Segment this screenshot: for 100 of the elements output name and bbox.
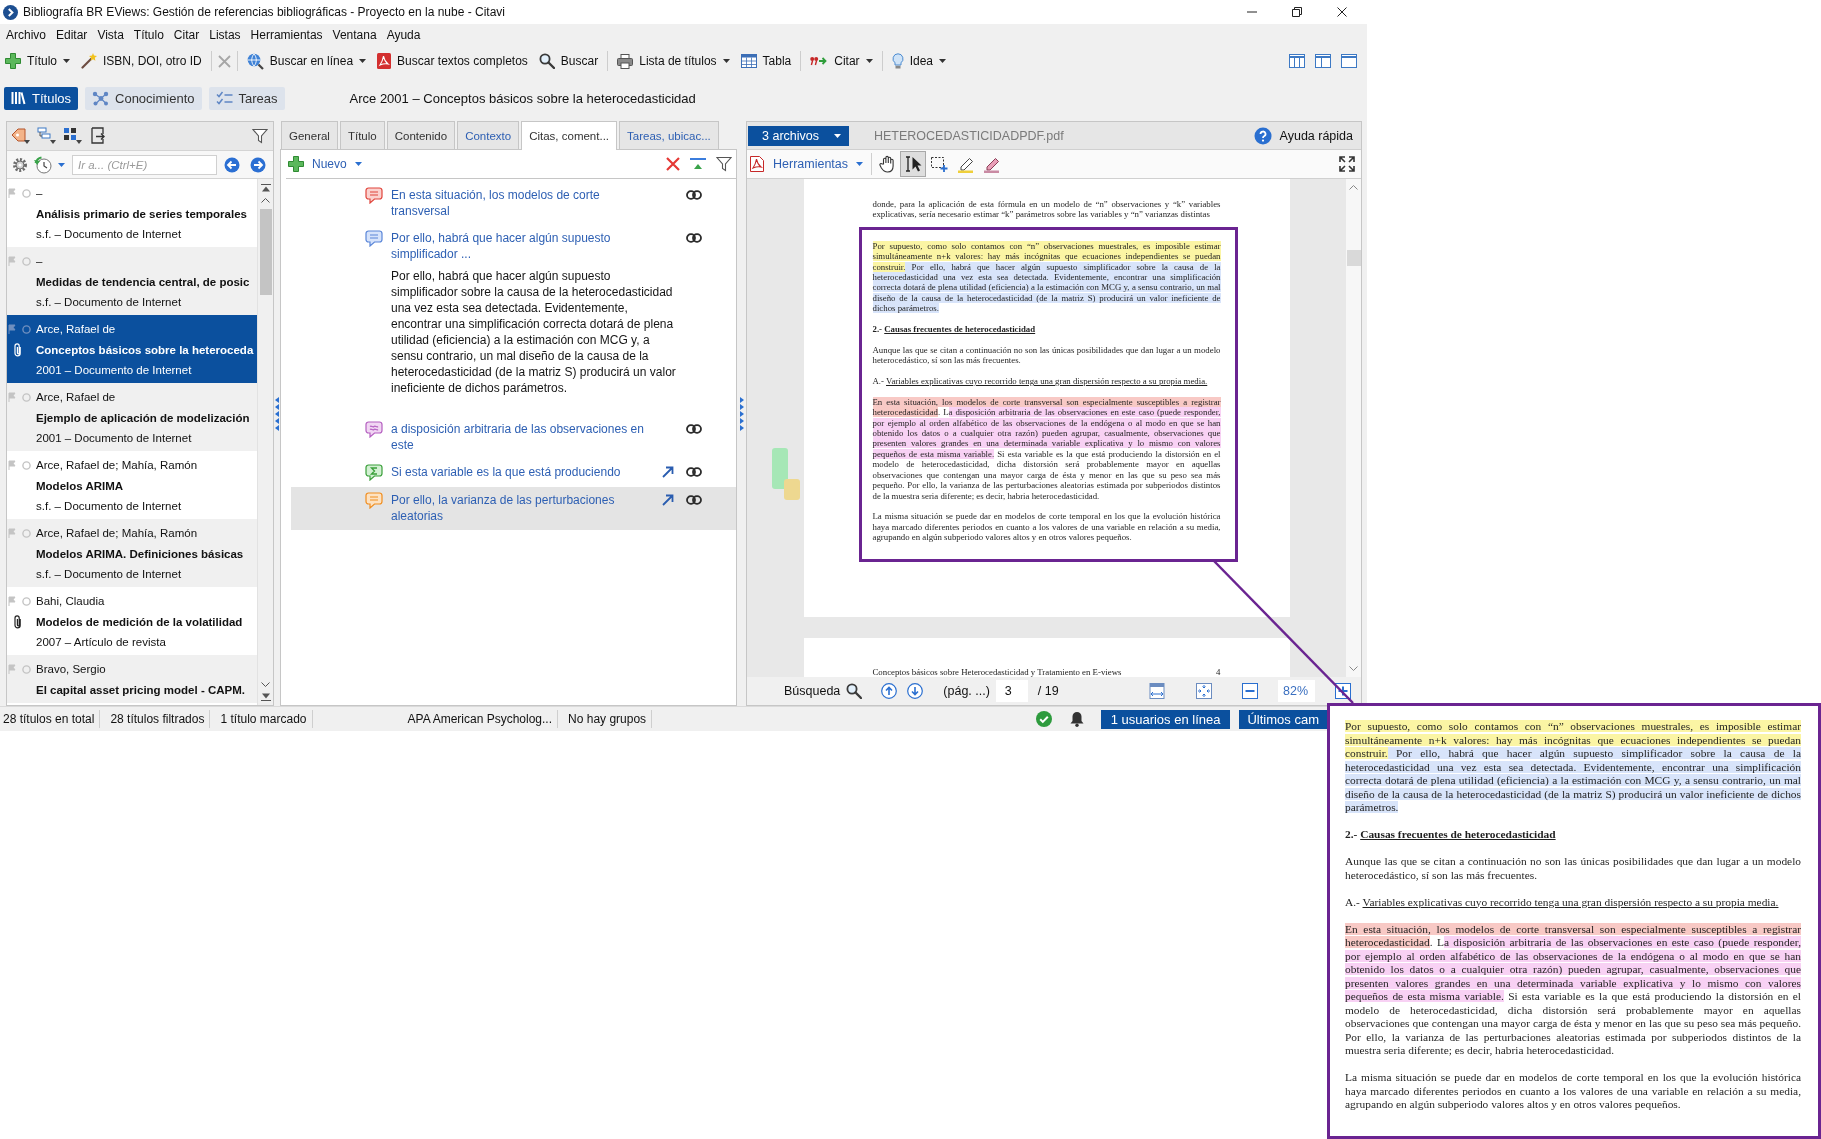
link-icon[interactable] (686, 424, 702, 434)
details-tab[interactable]: General (281, 121, 338, 149)
files-dropdown-button[interactable]: 3 archivos (748, 125, 849, 146)
menu-item[interactable]: Citar (168, 26, 205, 44)
scrollbar-thumb[interactable] (259, 209, 272, 295)
online-users-button[interactable]: 1 usuarios en línea (1100, 709, 1231, 729)
menu-item[interactable]: Ayuda (381, 26, 426, 44)
details-tab[interactable]: Contenido (386, 121, 456, 149)
annotation-marker[interactable] (784, 479, 800, 500)
details-tab[interactable]: Título (339, 121, 385, 149)
quote-item[interactable]: En esta situación, los modelos de corte transversal (291, 182, 736, 225)
caret-icon (834, 133, 841, 138)
scroll-down-icon[interactable] (261, 682, 270, 687)
section-heading: 2.- Causas frecuentes de heterocedasticidad (1345, 828, 1557, 842)
menu-item[interactable]: Herramientas (245, 26, 328, 44)
author-text: Bravo, Sergio (36, 663, 106, 676)
quote-item[interactable]: a disposición arbitraria de las observaciones en este (291, 416, 736, 459)
quote-item[interactable]: Por ello, la varianza de las perturbaciones aleatorias (291, 487, 736, 530)
scrollbar-thumb[interactable] (1346, 250, 1361, 266)
scroll-down-icon[interactable] (1349, 666, 1358, 671)
reference-item[interactable]: Arce, Rafael de Ejemplo de aplicación de modelización 2001 – Documento de Internet (7, 383, 257, 451)
zoom-out-icon[interactable] (1242, 683, 1258, 699)
pdf-paragraph: Aunque las que se citan a continuación no son las únicas posibilidades que dan lugar a un modelo heterocedástico, sí son las más frecuentes. (872, 344, 1221, 366)
link-icon[interactable] (686, 190, 702, 200)
next-result-icon[interactable] (907, 683, 924, 699)
help-button[interactable]: Ayuda rápida (1253, 126, 1353, 145)
restore-icon[interactable] (1292, 7, 1302, 17)
tag-icon[interactable] (11, 127, 31, 145)
pdf-icon (377, 53, 392, 69)
zoom-field[interactable]: 82% (1278, 680, 1315, 702)
pdf-paragraph: A.- Variables explicativas cuyo recorrido tenga una gran dispersión respecto a su propia media. (1345, 895, 1780, 909)
scroll-to-bottom-icon[interactable] (260, 693, 271, 701)
details-tab[interactable]: Citas, coment... (521, 121, 618, 150)
three-pane-layout-icon[interactable] (1289, 54, 1305, 68)
reference-item[interactable]: Arce, Rafael de Conceptos básicos sobre la heteroceda 2001 – Documento de Internet (7, 315, 257, 383)
scroll-up-icon[interactable] (261, 198, 270, 203)
annotation-marker[interactable] (772, 448, 788, 489)
quote-item[interactable]: Si esta variable es la que está produciendo (291, 459, 736, 487)
menu-item[interactable]: Ventana (327, 26, 382, 44)
menu-item[interactable]: Archivo (1, 26, 51, 44)
page-total-text: / 19 (1037, 684, 1059, 698)
menu-item[interactable]: Listas (204, 26, 246, 44)
scroll-to-top-icon[interactable] (260, 184, 271, 192)
reference-item[interactable]: Bravo, Sergio El capital asset pricing model - CAPM. (7, 655, 257, 703)
two-pane-layout-icon[interactable] (1315, 54, 1331, 68)
reference-item[interactable]: Arce, Rafael de; Mahía, Ramón Modelos ARIMA. Definiciones básicas s.f. – Documento de Internet (7, 519, 257, 587)
splitter-arrows-icon[interactable] (739, 396, 744, 431)
history-icon[interactable] (34, 155, 52, 174)
link-icon[interactable] (686, 233, 702, 243)
scroll-up-icon[interactable] (1349, 185, 1358, 190)
diagonal-arrow-icon[interactable] (662, 466, 674, 478)
link-icon[interactable] (686, 467, 702, 477)
fit-page-icon[interactable] (1196, 683, 1212, 699)
splitter-arrows-icon[interactable] (275, 396, 279, 431)
tree-list-icon[interactable] (37, 127, 57, 145)
details-tab[interactable]: Tareas, ubicac... (619, 121, 719, 149)
reference-item[interactable]: – Medidas de tendencia central, de posic s.f. – Documento de Internet (7, 247, 257, 315)
toolbar-button[interactable]: Citar (807, 49, 876, 73)
nav-tab[interactable]: Tareas (208, 86, 285, 110)
toolbar-button[interactable]: Tabla (737, 49, 795, 73)
menu-item[interactable]: Vista (92, 26, 129, 44)
scrollbar[interactable] (1346, 179, 1361, 677)
toolbar-button[interactable]: Buscar en línea (243, 49, 370, 73)
go-to-field[interactable]: Ir a... (Ctrl+E) (72, 154, 217, 175)
toolbar-button[interactable]: Lista de títulos (614, 49, 733, 73)
toolbar-button[interactable]: Buscar textos completos (374, 49, 531, 73)
details-tab[interactable]: Contexto (457, 121, 520, 149)
menu-item[interactable]: Editar (51, 26, 93, 44)
caret-icon (856, 162, 864, 166)
toolbar-button[interactable]: Título (2, 49, 73, 73)
new-button[interactable]: Nuevo (286, 153, 364, 175)
quote-text: Por ello, habrá que hacer algún supuesto simplificador ... (391, 230, 612, 262)
scrollbar[interactable] (257, 179, 273, 705)
close-icon[interactable] (1337, 7, 1347, 17)
toolbar-button[interactable]: ISBN, DOI, otro ID (78, 49, 205, 73)
nav-tab[interactable]: Conocimiento (85, 86, 202, 110)
link-icon[interactable] (686, 495, 702, 505)
bell-icon[interactable] (1069, 711, 1084, 727)
collapse-icon[interactable] (690, 158, 706, 170)
recent-changes-button[interactable]: Últimos cam (1239, 709, 1327, 729)
menu-item[interactable]: Título (128, 26, 169, 44)
fullscreen-icon[interactable] (1339, 156, 1355, 172)
delete-icon[interactable] (666, 157, 680, 171)
nav-tab[interactable]: Títulos (4, 86, 78, 110)
page-field[interactable]: 3 (995, 680, 1028, 702)
author-text: Arce, Rafael de; Mahía, Ramón (36, 459, 198, 472)
toolbar-button[interactable]: Buscar (535, 49, 602, 73)
grid-icon[interactable] (63, 127, 83, 145)
filter-icon[interactable] (252, 128, 268, 144)
previous-result-icon[interactable] (881, 683, 898, 699)
filter-icon[interactable] (716, 156, 732, 172)
single-pane-layout-icon[interactable] (1341, 54, 1357, 68)
pdf-icon (750, 156, 764, 172)
diagonal-arrow-icon[interactable] (662, 494, 674, 506)
quote-text: Si esta variable es la que está produciendo (391, 464, 621, 481)
text-cursor-icon[interactable] (900, 151, 927, 177)
toolbar-button[interactable]: Idea (888, 49, 949, 73)
fit-width-icon[interactable] (1148, 683, 1166, 699)
settings-icon[interactable] (12, 156, 28, 173)
tools-menu-button[interactable]: Herramientas (773, 157, 864, 171)
